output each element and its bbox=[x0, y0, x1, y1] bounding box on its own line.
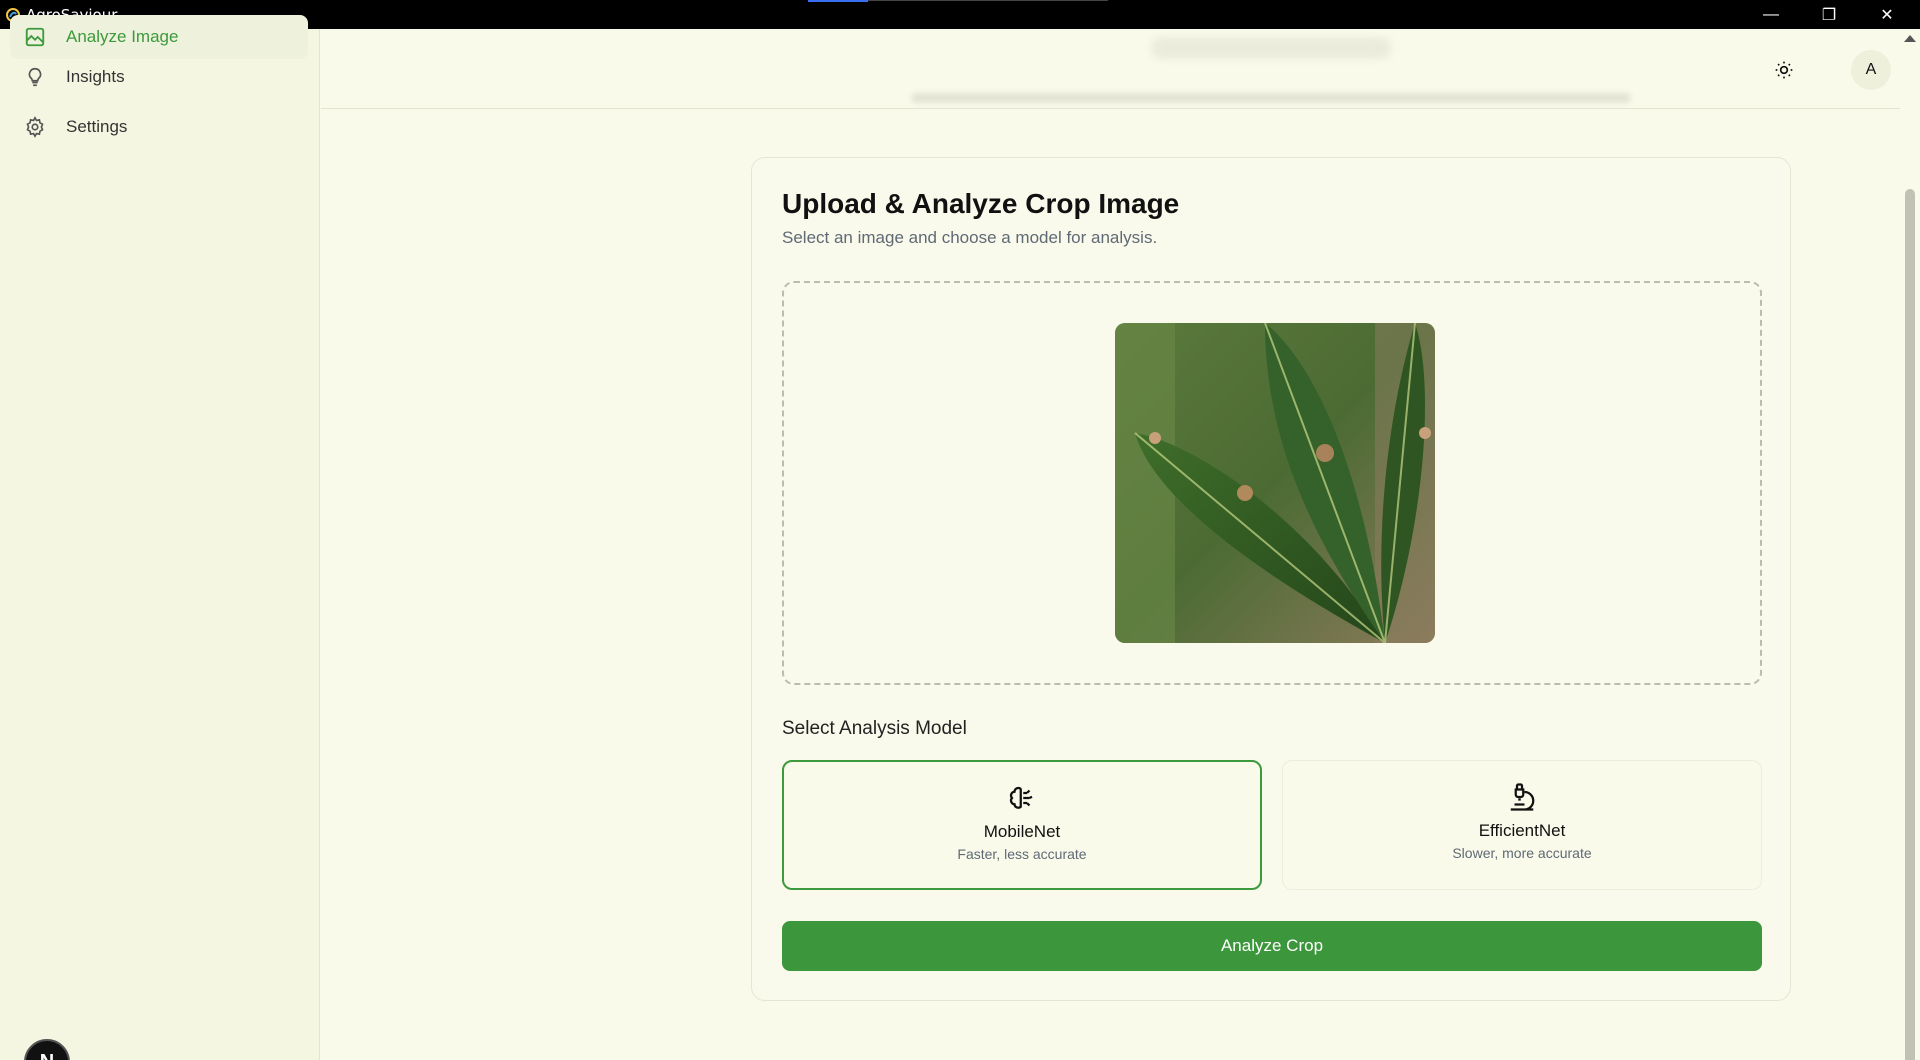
sidebar-item-label: Analyze Image bbox=[66, 27, 179, 46]
card-title: Upload & Analyze Crop Image bbox=[782, 188, 1180, 219]
sidebar: Analyze Image Insights Settings N bbox=[0, 15, 320, 1060]
lightbulb-icon bbox=[28, 67, 42, 87]
uploaded-image-preview bbox=[1115, 323, 1435, 643]
page-header: A bbox=[321, 29, 1900, 109]
model-option-efficientnet[interactable]: EfficientNet Slower, more accurate bbox=[1282, 760, 1762, 890]
maximize-button[interactable]: ❐ bbox=[1800, 0, 1858, 29]
titlebar-accent bbox=[808, 0, 868, 2]
blurred-page-subtitle bbox=[911, 93, 1631, 103]
gear-icon bbox=[26, 116, 44, 138]
image-icon bbox=[25, 27, 45, 47]
brain-icon bbox=[1009, 786, 1033, 809]
card-subtitle: Select an image and choose a model for a… bbox=[782, 228, 1158, 247]
sidebar-item-label: Insights bbox=[66, 67, 125, 86]
image-dropzone[interactable] bbox=[782, 281, 1762, 685]
microscope-icon bbox=[1510, 783, 1535, 811]
sidebar-item-insights[interactable]: Insights bbox=[10, 55, 308, 99]
footer-avatar[interactable]: N bbox=[24, 1039, 70, 1060]
blurred-page-title bbox=[1151, 37, 1391, 59]
scrollbar-thumb[interactable] bbox=[1905, 189, 1915, 1060]
scrollbar[interactable] bbox=[1900, 29, 1920, 1060]
sidebar-item-label: Settings bbox=[66, 117, 128, 136]
scroll-up-arrow-icon[interactable] bbox=[1904, 35, 1916, 42]
model-name: EfficientNet bbox=[1478, 821, 1566, 840]
model-section-label: Select Analysis Model bbox=[782, 718, 967, 739]
model-description: Faster, less accurate bbox=[957, 846, 1087, 862]
theme-toggle-button[interactable] bbox=[1765, 51, 1803, 89]
upload-card: Upload & Analyze Crop Image Select an im… bbox=[751, 157, 1791, 1001]
user-avatar[interactable]: A bbox=[1851, 50, 1891, 90]
analyze-crop-button[interactable]: Analyze Crop bbox=[782, 921, 1762, 971]
sidebar-item-settings[interactable]: Settings bbox=[10, 105, 308, 149]
model-name: MobileNet bbox=[983, 822, 1061, 841]
sidebar-item-analyze-image[interactable]: Analyze Image bbox=[10, 15, 308, 59]
close-button[interactable]: ✕ bbox=[1858, 0, 1916, 29]
minimize-button[interactable]: — bbox=[1742, 0, 1800, 29]
sun-icon bbox=[1775, 61, 1793, 79]
titlebar-divider bbox=[868, 0, 1108, 1]
model-description: Slower, more accurate bbox=[1452, 845, 1592, 861]
model-option-mobilenet[interactable]: MobileNet Faster, less accurate bbox=[782, 760, 1262, 890]
